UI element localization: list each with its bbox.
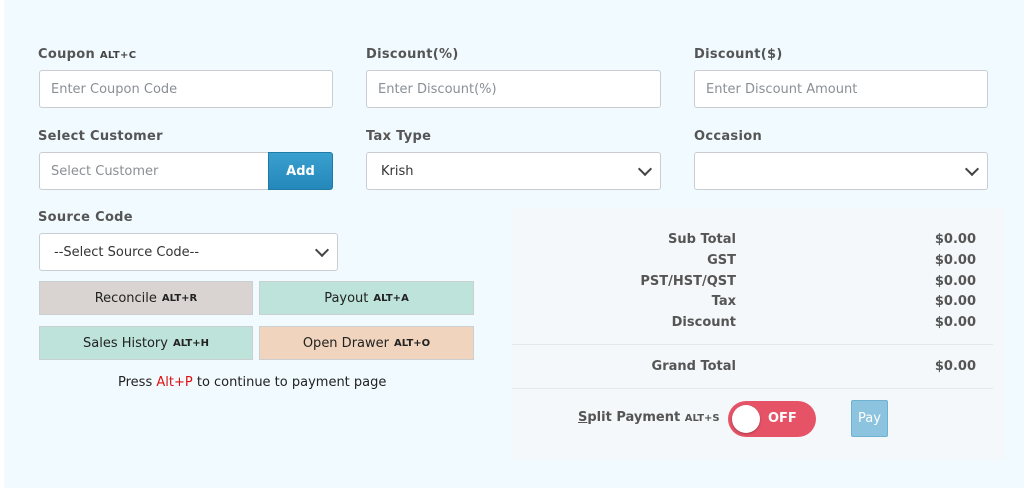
coupon-label-text: Coupon — [38, 47, 96, 62]
source-code-select[interactable]: --Select Source Code-- — [39, 233, 338, 271]
divider — [512, 344, 993, 345]
discount-amount-input[interactable] — [694, 70, 988, 108]
split-payment-toggle[interactable]: OFF — [728, 401, 816, 437]
source-code-label: Source Code — [38, 210, 133, 225]
reconcile-button[interactable]: Reconcile ALT+R — [39, 281, 253, 315]
customer-input[interactable] — [39, 152, 270, 190]
coupon-label: Coupon ALT+C — [38, 47, 136, 62]
hint-key: Alt+P — [156, 375, 193, 390]
chevron-down-icon — [637, 161, 653, 177]
open-drawer-button[interactable]: Open Drawer ALT+O — [259, 326, 474, 360]
occasion-label: Occasion — [694, 129, 763, 144]
payout-label: Payout — [324, 290, 369, 306]
reconcile-shortcut: ALT+R — [161, 292, 198, 304]
tax-type-label: Tax Type — [366, 129, 432, 144]
sub-total-label: Sub Total — [668, 232, 736, 247]
sales-history-button[interactable]: Sales History ALT+H — [39, 326, 253, 360]
coupon-shortcut: ALT+C — [99, 50, 137, 61]
payout-button[interactable]: Payout ALT+A — [259, 281, 474, 315]
payment-hint: Press Alt+P to continue to payment page — [118, 375, 386, 390]
pst-value: $0.00 — [934, 274, 976, 289]
pst-label: PST/HST/QST — [640, 274, 736, 289]
tax-type-value: Krish — [381, 163, 414, 179]
tax-type-select[interactable]: Krish — [366, 152, 661, 190]
add-customer-button[interactable]: Add — [268, 152, 333, 190]
chevron-down-icon — [314, 242, 330, 258]
discount-percent-input[interactable] — [366, 70, 661, 108]
tax-label: Tax — [711, 294, 736, 309]
toggle-knob — [732, 405, 760, 433]
coupon-input[interactable] — [39, 70, 333, 108]
open-drawer-shortcut: ALT+O — [393, 337, 431, 349]
discount-amount-label: Discount($) — [694, 47, 783, 62]
payout-shortcut: ALT+A — [373, 292, 409, 304]
gst-label: GST — [707, 253, 736, 268]
occasion-select[interactable] — [694, 152, 988, 190]
chevron-down-icon — [964, 161, 980, 177]
split-payment-shortcut: ALT+S — [684, 413, 720, 424]
discount-percent-label: Discount(%) — [366, 47, 459, 62]
sub-total-value: $0.00 — [934, 232, 976, 247]
split-payment-label: Split Payment ALT+S — [578, 410, 720, 425]
source-code-value: --Select Source Code-- — [54, 244, 200, 260]
hint-prefix: Press — [118, 375, 153, 390]
discount-value: $0.00 — [934, 315, 976, 330]
toggle-state-text: OFF — [768, 411, 797, 426]
discount-label: Discount — [671, 315, 736, 330]
select-customer-label: Select Customer — [38, 129, 163, 144]
pay-button[interactable]: Pay — [851, 400, 888, 437]
split-payment-label-text: plit Payment — [587, 410, 681, 425]
order-summary: Sub Total $0.00 GST $0.00 PST/HST/QST $0… — [512, 208, 1005, 460]
hint-suffix: to continue to payment page — [196, 375, 387, 390]
tax-value: $0.00 — [934, 294, 976, 309]
grand-total-value: $0.00 — [934, 359, 976, 374]
sales-history-shortcut: ALT+H — [172, 337, 209, 349]
reconcile-label: Reconcile — [94, 290, 157, 306]
split-payment-access-key: S — [578, 410, 588, 425]
grand-total-label: Grand Total — [651, 359, 736, 374]
open-drawer-label: Open Drawer — [302, 335, 389, 351]
sales-history-label: Sales History — [82, 335, 168, 351]
divider — [512, 388, 993, 389]
gst-value: $0.00 — [934, 253, 976, 268]
